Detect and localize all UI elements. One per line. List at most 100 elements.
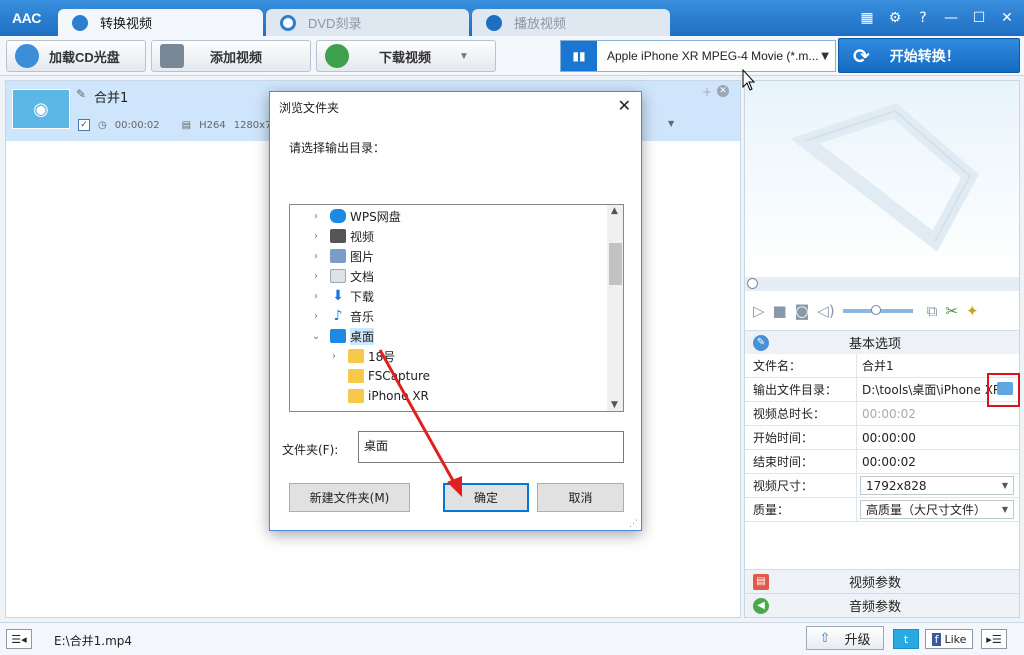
app-logo: AAC xyxy=(12,10,41,26)
scroll-up-icon[interactable]: ▲ xyxy=(611,206,618,216)
prop-quality: 质量： 高质量（大尺寸文件） ▼ xyxy=(745,498,1019,522)
upgrade-label: 升级 xyxy=(844,632,871,648)
chevron-down-icon: ▼ xyxy=(821,50,829,62)
tree-item[interactable]: › 文档 xyxy=(310,266,623,286)
chevron-right-icon[interactable]: › xyxy=(310,311,322,322)
prop-output-dir: 输出文件目录： D:\tools\桌面\iPhone XR xyxy=(745,378,1019,402)
magic-wand-icon[interactable]: ✦ xyxy=(966,302,979,320)
help-icon[interactable]: ? xyxy=(914,10,932,26)
load-cd-label: 加载CD光盘 xyxy=(49,49,120,65)
tree-item-selected[interactable]: ⌄ 桌面 xyxy=(310,326,623,346)
camera-icon[interactable]: ◙ xyxy=(795,302,810,320)
prop-label: 开始时间： xyxy=(745,426,857,449)
load-cd-button[interactable]: 加载CD光盘 xyxy=(6,40,146,72)
tree-item[interactable]: › WPS网盘 xyxy=(310,206,623,226)
folder-input[interactable]: 桌面 xyxy=(358,431,624,463)
minimize-button[interactable]: — xyxy=(942,10,960,26)
expand-panel-button[interactable]: ▸☰ xyxy=(981,629,1007,649)
facebook-icon: f xyxy=(931,632,942,646)
section-label: 音频参数 xyxy=(849,600,902,615)
scissors-icon[interactable]: ✂ xyxy=(945,302,958,320)
tree-item[interactable]: FSCapture xyxy=(340,366,623,386)
volume-handle[interactable] xyxy=(870,305,881,315)
volume-slider[interactable] xyxy=(842,305,913,315)
section-label: 基本选项 xyxy=(849,337,902,352)
add-video-label: 添加视频 xyxy=(210,49,263,65)
folder-tree[interactable]: › WPS网盘 › 视频 › 图片 › 文档 › ⬇ 下载 › ♪ 音乐 ⌄ 桌面 › 18号 FS… xyxy=(289,204,624,412)
upgrade-button[interactable]: ⇧ 升级 xyxy=(806,626,884,650)
picture-folder-icon xyxy=(330,249,346,263)
video-size-select[interactable]: 1792x828 ▼ xyxy=(860,476,1014,495)
new-folder-button[interactable]: 新建文件夹(M) xyxy=(289,483,410,512)
scroll-down-icon[interactable]: ▼ xyxy=(611,400,618,410)
facebook-like-button[interactable]: f Like xyxy=(925,629,973,649)
section-label: 视频参数 xyxy=(849,576,902,591)
list-view-button[interactable]: ☰◂ xyxy=(6,629,32,649)
highlight-box xyxy=(987,373,1020,407)
chevron-right-icon[interactable]: › xyxy=(310,211,322,222)
stop-icon[interactable]: ■ xyxy=(773,302,787,320)
desktop-icon xyxy=(330,329,346,343)
phone-profile-icon: ▮▮ xyxy=(561,41,597,71)
copy-icon[interactable]: ⧉ xyxy=(927,302,938,320)
output-path: E:\合并1.mp4 xyxy=(54,634,133,648)
download-video-button[interactable]: 下载视频 ▼ xyxy=(316,40,496,72)
file-checkbox[interactable]: ✓ xyxy=(78,119,90,131)
status-bar: ☰◂ E:\合并1.mp4 ⇧ 升级 t f Like ▸☰ xyxy=(0,622,1024,655)
twitter-icon[interactable]: t xyxy=(893,629,919,649)
play-icon[interactable]: ▷ xyxy=(753,302,765,320)
tab-convert-video[interactable]: 转换视频 xyxy=(58,9,263,36)
chevron-right-icon[interactable]: › xyxy=(310,231,322,242)
tree-item[interactable]: › 图片 xyxy=(310,246,623,266)
chevron-right-icon[interactable]: › xyxy=(310,291,322,302)
prop-start-time: 开始时间： 00:00:00 xyxy=(745,426,1019,450)
scroll-thumb[interactable] xyxy=(609,243,622,285)
add-video-button[interactable]: 添加视频 xyxy=(151,40,311,72)
tree-item[interactable]: iPhone XR xyxy=(340,386,623,406)
section-basic-options[interactable]: ✎ 基本选项 xyxy=(745,330,1019,354)
select-value: 高质量（大尺寸文件） xyxy=(866,503,987,517)
tree-label: iPhone XR xyxy=(368,389,429,403)
file-meta: ✓ ◷ 00:00:02 ▤ H264 1280x720 xyxy=(78,119,284,131)
add-icon[interactable]: + xyxy=(702,85,712,99)
upload-icon: ⇧ xyxy=(819,630,831,646)
prop-value[interactable]: 00:00:00 xyxy=(857,431,1019,445)
chevron-down-icon[interactable]: ⌄ xyxy=(310,331,322,342)
remove-icon[interactable]: ✕ xyxy=(717,85,729,97)
tree-item[interactable]: › 18号 xyxy=(328,346,623,366)
tree-item[interactable]: › 视频 xyxy=(310,226,623,246)
file-name: 合并1 xyxy=(94,91,129,106)
edit-icon[interactable]: ✎ xyxy=(76,87,86,101)
prop-value[interactable]: 00:00:02 xyxy=(857,455,1019,469)
volume-icon[interactable]: ◁) xyxy=(817,302,834,320)
maximize-button[interactable]: ☐ xyxy=(970,10,988,26)
settings-icon[interactable]: ⚙ xyxy=(886,10,904,26)
chevron-right-icon[interactable]: › xyxy=(310,271,322,282)
select-value: 1792x828 xyxy=(866,478,927,493)
chevron-right-icon[interactable]: › xyxy=(310,251,322,262)
seek-bar[interactable] xyxy=(745,277,1019,291)
close-icon[interactable]: ✕ xyxy=(618,96,631,115)
prop-value[interactable]: 合并1 xyxy=(857,357,1019,374)
tree-item[interactable]: › ⬇ 下载 xyxy=(310,286,623,306)
tree-item[interactable]: › ♪ 音乐 xyxy=(310,306,623,326)
chevron-right-icon[interactable]: › xyxy=(328,351,340,362)
chevron-down-icon[interactable]: ▼ xyxy=(668,119,674,128)
tab-dvd-burn[interactable]: DVD刻录 xyxy=(266,9,469,36)
close-button[interactable]: ✕ xyxy=(998,10,1016,26)
section-video-params[interactable]: ▤ 视频参数 xyxy=(745,569,1019,593)
cancel-button[interactable]: 取消 xyxy=(537,483,624,512)
menu-icon[interactable]: ▦ xyxy=(858,10,876,26)
start-convert-button[interactable]: ⟳ 开始转换！ xyxy=(838,38,1020,73)
output-profile-select[interactable]: ▮▮ Apple iPhone XR MPEG-4 Movie (*.m... … xyxy=(560,40,836,72)
prop-end-time: 结束时间： 00:00:02 xyxy=(745,450,1019,474)
ok-button[interactable]: 确定 xyxy=(443,483,529,512)
chevron-down-icon: ▼ xyxy=(1001,481,1008,490)
document-folder-icon xyxy=(330,269,346,283)
resize-grip-icon[interactable]: ⋰ xyxy=(629,519,638,529)
tab-play-video[interactable]: 播放视频 xyxy=(472,9,670,36)
quality-select[interactable]: 高质量（大尺寸文件） ▼ xyxy=(860,500,1014,519)
tree-scrollbar[interactable]: ▲ ▼ xyxy=(607,205,623,411)
seek-handle[interactable] xyxy=(747,278,758,289)
section-audio-params[interactable]: ◀ 音频参数 xyxy=(745,593,1019,617)
